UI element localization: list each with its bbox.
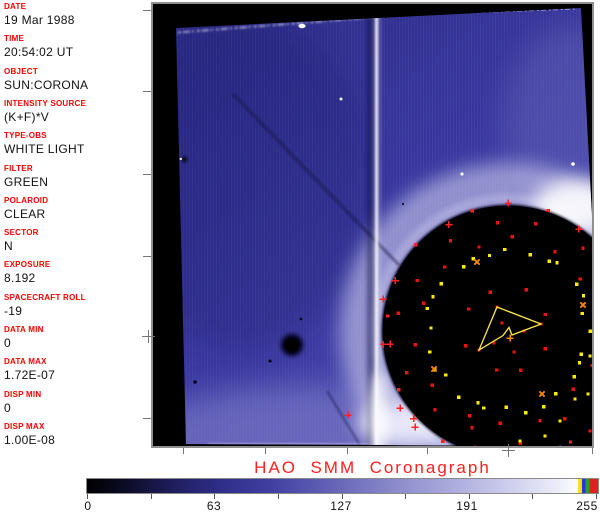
axis-tick [148, 330, 149, 343]
field-label: TIME [4, 35, 152, 43]
colorbar-tick-label: 255 [565, 499, 600, 512]
metadata-field-date: DATE 19 Mar 1988 [4, 3, 152, 26]
field-label: FILTER [4, 165, 152, 173]
metadata-field-disp-max: DISP MAX 1.00E-08 [4, 423, 152, 446]
field-label: DATA MAX [4, 358, 152, 366]
colorbar-tick-label: 127 [319, 499, 363, 512]
colorbar [86, 478, 599, 494]
field-value: 0 [4, 402, 152, 414]
colorbar-tick [532, 494, 533, 499]
field-value: N [4, 240, 152, 252]
metadata-field-type-obs: TYPE-OBS WHITE LIGHT [4, 132, 152, 155]
field-label: POLAROID [4, 197, 152, 205]
field-value: SUN:CORONA [4, 79, 152, 91]
bright-speck [298, 24, 305, 28]
coronagraph-image [153, 4, 592, 446]
image-title: HAO SMM Coronagraph [152, 458, 593, 478]
field-label: SECTOR [4, 229, 152, 237]
metadata-field-polaroid: POLAROID CLEAR [4, 197, 152, 220]
field-label: DISP MAX [4, 423, 152, 431]
field-value: 8.192 [4, 272, 152, 284]
colorbar-tick-label: 191 [445, 499, 489, 512]
metadata-field-filter: FILTER GREEN [4, 165, 152, 188]
field-value: 19 Mar 1988 [4, 14, 152, 26]
field-value: 1.00E-08 [4, 434, 152, 446]
coronagraph-viewer: DATE 19 Mar 1988 TIME 20:54:02 UT OBJECT SUN:… [0, 0, 600, 512]
colorbar-tick-label: 63 [192, 499, 236, 512]
metadata-field-data-min: DATA MIN 0 [4, 326, 152, 349]
axis-tick [143, 256, 151, 257]
axis-tick [183, 448, 184, 454]
field-value: (K+F)*V [4, 111, 152, 123]
field-value: GREEN [4, 176, 152, 188]
field-label: TYPE-OBS [4, 132, 152, 140]
field-value: 0 [4, 337, 152, 349]
axis-tick [265, 448, 266, 454]
field-label: INTENSITY SOURCE [4, 100, 152, 108]
field-label: SPACECRAFT ROLL [4, 294, 152, 302]
axis-tick [508, 444, 509, 457]
field-label: OBJECT [4, 68, 152, 76]
field-value: WHITE LIGHT [4, 143, 152, 155]
metadata-panel: DATE 19 Mar 1988 TIME 20:54:02 UT OBJECT SUN:… [0, 0, 152, 460]
dark-bead [182, 157, 188, 163]
field-label: DATA MIN [4, 326, 152, 334]
metadata-field-exposure: EXPOSURE 8.192 [4, 261, 152, 284]
colorbar-tick [278, 494, 279, 499]
metadata-field-intensity-source: INTENSITY SOURCE (K+F)*V [4, 100, 152, 123]
metadata-field-spacecraft-roll: SPACECRAFT ROLL -19 [4, 294, 152, 317]
metadata-field-disp-min: DISP MIN 0 [4, 391, 152, 414]
field-value: CLEAR [4, 208, 152, 220]
coronagraph-image-panel [151, 2, 594, 448]
field-value: 20:54:02 UT [4, 46, 152, 58]
field-value: 1.72E-07 [4, 369, 152, 381]
metadata-field-object: OBJECT SUN:CORONA [4, 68, 152, 91]
axis-tick [427, 448, 428, 454]
metadata-field-time: TIME 20:54:02 UT [4, 35, 152, 58]
colorbar-tick-label: 0 [66, 499, 110, 512]
metadata-field-data-max: DATA MAX 1.72E-07 [4, 358, 152, 381]
axis-tick [143, 418, 151, 419]
axis-tick [143, 10, 151, 11]
field-label: DATE [4, 3, 152, 11]
colorbar-tick [151, 494, 152, 499]
axis-tick [143, 174, 151, 175]
colorbar-tick [405, 494, 406, 499]
metadata-field-sector: SECTOR N [4, 229, 152, 252]
field-value: -19 [4, 305, 152, 317]
field-label: DISP MIN [4, 391, 152, 399]
field-label: EXPOSURE [4, 261, 152, 269]
axis-tick [347, 448, 348, 454]
axis-tick [592, 448, 593, 454]
axis-tick [143, 91, 151, 92]
